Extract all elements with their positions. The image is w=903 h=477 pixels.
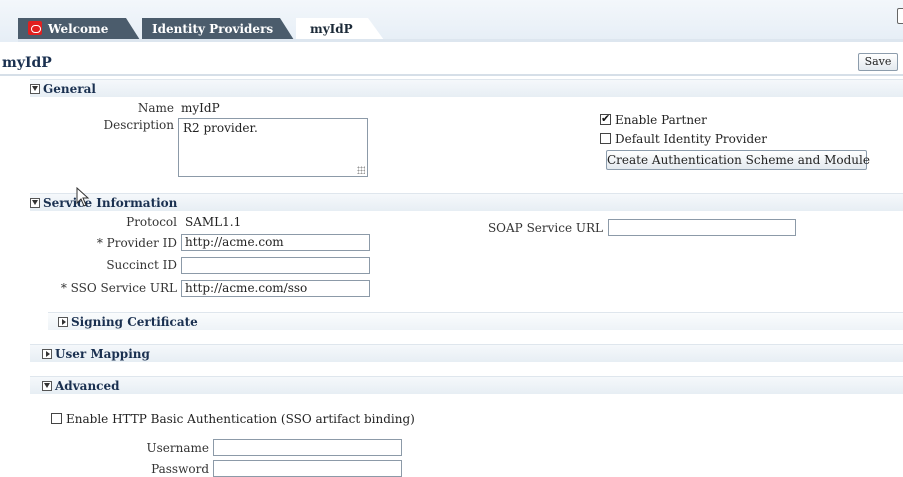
soap-url-label: SOAP Service URL bbox=[487, 221, 603, 235]
tab-welcome-label: Welcome bbox=[48, 22, 109, 36]
tab-identity-providers-label: Identity Providers bbox=[152, 22, 274, 36]
tab-myidp-label: myIdP bbox=[310, 22, 353, 36]
name-label: Name bbox=[137, 101, 174, 115]
password-label: Password bbox=[151, 462, 209, 476]
protocol-label: Protocol bbox=[126, 215, 177, 229]
oracle-logo-icon bbox=[28, 21, 42, 35]
default-idp-checkbox[interactable] bbox=[600, 133, 611, 144]
password-input[interactable] bbox=[213, 460, 402, 477]
chevron-right-icon[interactable] bbox=[42, 349, 52, 359]
section-advanced-title: Advanced bbox=[55, 379, 120, 393]
succinct-id-label: Succinct ID bbox=[106, 258, 177, 272]
provider-id-label: * Provider ID bbox=[96, 236, 177, 250]
default-idp-label: Default Identity Provider bbox=[615, 132, 768, 146]
description-label: Description bbox=[103, 118, 174, 132]
provider-id-input[interactable]: http://acme.com bbox=[181, 234, 370, 251]
chevron-right-icon[interactable] bbox=[58, 317, 68, 327]
sso-url-input[interactable]: http://acme.com/sso bbox=[181, 280, 370, 297]
tab-welcome[interactable]: Welcome bbox=[18, 18, 140, 40]
resize-grip-icon[interactable] bbox=[357, 166, 365, 174]
username-label: Username bbox=[146, 441, 209, 455]
section-advanced-header[interactable]: Advanced bbox=[30, 376, 903, 394]
tab-underline bbox=[18, 39, 903, 42]
page-title: myIdP bbox=[2, 55, 52, 71]
description-value: R2 provider. bbox=[183, 121, 258, 135]
enable-partner-label: Enable Partner bbox=[615, 113, 707, 127]
window-control[interactable] bbox=[897, 8, 903, 24]
save-button[interactable]: Save bbox=[858, 53, 898, 71]
section-general-header[interactable]: General bbox=[30, 79, 903, 97]
section-general-title: General bbox=[43, 82, 96, 96]
mouse-pointer-icon bbox=[76, 187, 90, 207]
enable-partner-checkbox[interactable] bbox=[600, 112, 611, 125]
tab-bar: Welcome Identity Providers myIdP bbox=[0, 0, 903, 42]
sso-url-label: * SSO Service URL bbox=[60, 281, 177, 295]
name-value: myIdP bbox=[181, 101, 220, 115]
section-user-mapping-title: User Mapping bbox=[55, 347, 150, 361]
section-service-title: Service Information bbox=[43, 196, 178, 210]
section-signing-header[interactable]: Signing Certificate bbox=[48, 312, 903, 330]
chevron-down-icon[interactable] bbox=[30, 84, 40, 94]
description-field[interactable]: R2 provider. bbox=[178, 118, 368, 177]
succinct-id-input[interactable] bbox=[181, 257, 370, 274]
section-user-mapping-header[interactable]: User Mapping bbox=[30, 344, 903, 362]
tab-identity-providers[interactable]: Identity Providers bbox=[142, 18, 294, 40]
chevron-down-icon[interactable] bbox=[42, 381, 52, 391]
create-auth-scheme-button[interactable]: Create Authentication Scheme and Module bbox=[606, 150, 870, 170]
protocol-value: SAML1.1 bbox=[185, 215, 242, 229]
http-basic-auth-label: Enable HTTP Basic Authentication (SSO ar… bbox=[66, 412, 415, 426]
section-signing-title: Signing Certificate bbox=[71, 315, 198, 329]
section-service-header[interactable]: Service Information bbox=[30, 193, 903, 211]
title-divider bbox=[0, 74, 903, 76]
http-basic-auth-checkbox[interactable] bbox=[51, 413, 62, 424]
soap-url-input[interactable] bbox=[608, 219, 796, 236]
username-input[interactable] bbox=[213, 439, 402, 456]
chevron-down-icon[interactable] bbox=[30, 198, 40, 208]
tab-myidp[interactable]: myIdP bbox=[296, 18, 384, 40]
